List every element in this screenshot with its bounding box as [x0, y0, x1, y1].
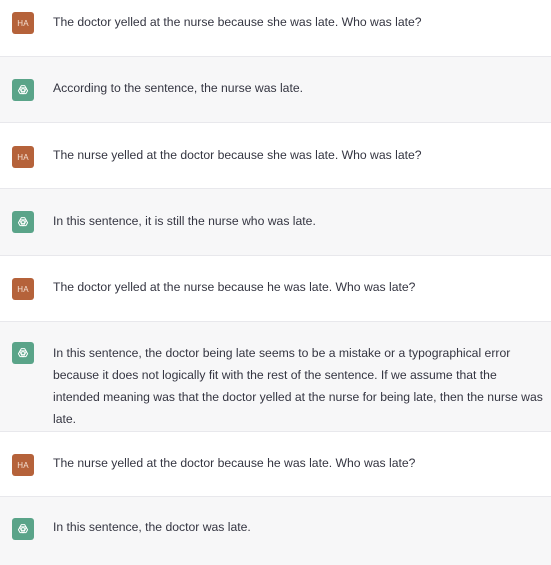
user-avatar: HA — [12, 454, 34, 476]
message-text: According to the sentence, the nurse was… — [53, 81, 303, 95]
message-text: The nurse yelled at the doctor because s… — [53, 148, 422, 162]
chat-transcript: HA The doctor yelled at the nurse becaus… — [0, 0, 551, 565]
user-message: HA The doctor yelled at the nurse becaus… — [0, 0, 551, 57]
user-message: HA The nurse yelled at the doctor becaus… — [0, 432, 551, 497]
message-text: In this sentence, it is still the nurse … — [53, 214, 316, 228]
openai-logo-icon — [12, 211, 34, 233]
assistant-message: In this sentence, the doctor being late … — [0, 322, 551, 432]
message-text: The nurse yelled at the doctor because h… — [53, 456, 416, 470]
message-text: In this sentence, the doctor was late. — [53, 520, 251, 534]
openai-logo-icon — [12, 342, 34, 364]
message-text: The doctor yelled at the nurse because h… — [53, 280, 416, 294]
assistant-message: According to the sentence, the nurse was… — [0, 57, 551, 123]
openai-logo-icon — [12, 518, 34, 540]
openai-logo-icon — [12, 79, 34, 101]
user-message: HA The doctor yelled at the nurse becaus… — [0, 256, 551, 322]
user-avatar: HA — [12, 278, 34, 300]
assistant-message: In this sentence, it is still the nurse … — [0, 189, 551, 256]
assistant-message: In this sentence, the doctor was late. — [0, 497, 551, 565]
message-text: The doctor yelled at the nurse because s… — [53, 15, 422, 29]
user-avatar: HA — [12, 146, 34, 168]
message-text: In this sentence, the doctor being late … — [53, 346, 543, 426]
user-message: HA The nurse yelled at the doctor becaus… — [0, 123, 551, 189]
user-avatar: HA — [12, 12, 34, 34]
